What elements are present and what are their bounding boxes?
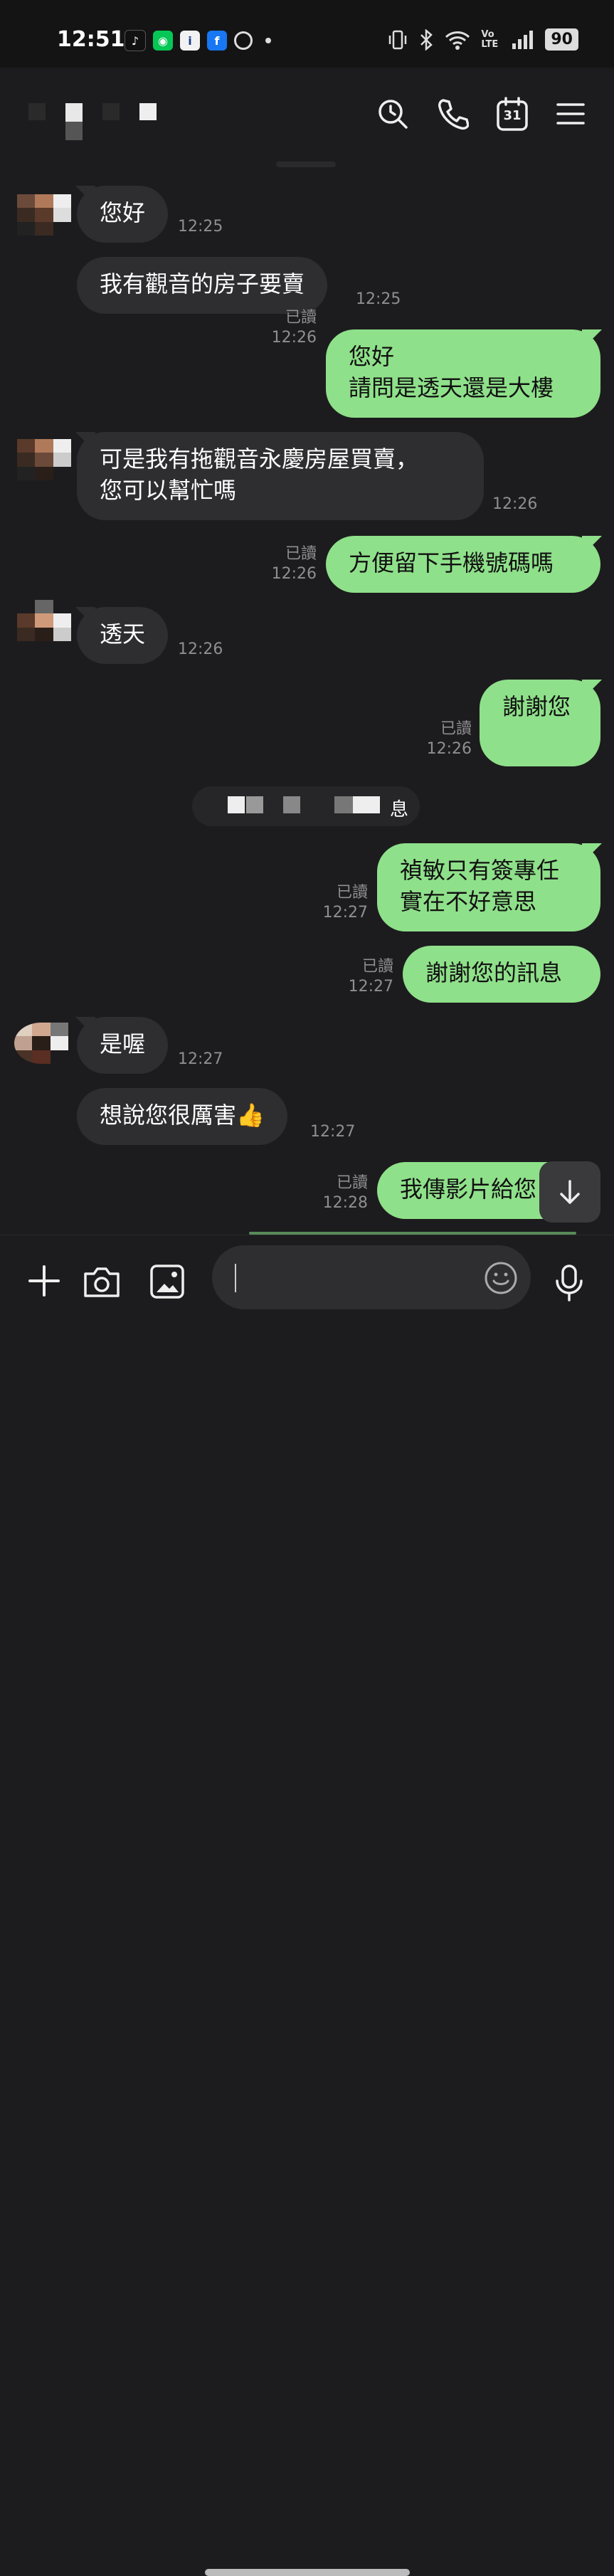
signal-icon [512, 30, 534, 49]
wifi-icon [445, 31, 470, 50]
read-status: 已讀 [440, 720, 472, 738]
more-notifications-dot [265, 38, 271, 43]
message-time: 12:25 [178, 218, 223, 236]
read-status: 已讀 [361, 958, 393, 976]
message-time: 12:28 [322, 1194, 368, 1212]
notice-text-suffix: 息 [389, 799, 408, 820]
message-bubble-outgoing[interactable]: 謝謝您的訊息 [403, 946, 600, 1003]
tiktok-icon: ♪ [125, 30, 146, 51]
message-time: 12:26 [271, 329, 317, 347]
search-icon[interactable] [376, 97, 409, 130]
bluetooth-icon [420, 28, 433, 51]
notification-icons: ♪ ◉ i f [125, 30, 271, 51]
message-time: 12:27 [348, 978, 393, 996]
message-time: 12:27 [322, 904, 368, 922]
message-bubble-incoming[interactable]: 透天 [77, 607, 169, 664]
home-indicator[interactable] [205, 2569, 410, 2576]
message-time: 12:27 [178, 1050, 223, 1068]
message-time: 12:26 [492, 495, 538, 513]
calendar-day: 31 [503, 108, 522, 123]
message-time: 12:26 [271, 565, 317, 583]
camera-icon[interactable] [83, 1264, 121, 1299]
info-app-icon: i [180, 31, 200, 51]
message-bubble-incoming[interactable]: 是喔 [77, 1017, 169, 1074]
system-notice: 息 [192, 786, 420, 826]
status-bar: 12:51 ♪ ◉ i f Vo LTE 90 [0, 0, 614, 68]
chrome-icon [234, 31, 253, 50]
emoji-icon[interactable] [484, 1261, 518, 1295]
message-bubble-outgoing[interactable]: 方便留下手機號碼嗎 [326, 536, 600, 593]
message-bubble-outgoing[interactable]: 您好 請問是透天還是大樓 [326, 329, 600, 418]
microphone-icon[interactable] [554, 1264, 585, 1302]
message-bubble-incoming[interactable]: 想說您很厲害👍 [77, 1088, 287, 1145]
facebook-icon: f [207, 31, 227, 51]
chat-title-pixelated[interactable] [28, 103, 157, 140]
volte-label: Vo LTE [481, 28, 499, 50]
avatar[interactable] [17, 439, 71, 480]
calendar-icon[interactable]: 31 [496, 96, 529, 132]
battery-indicator: 90 [545, 28, 578, 51]
chat-messages[interactable]: 您好 12:25 我有觀音的房子要賣 12:25 已讀 12:26 您好 請問是… [0, 160, 614, 1235]
read-status: 已讀 [336, 884, 368, 902]
message-time: 12:26 [178, 640, 223, 658]
message-bubble-outgoing[interactable]: 禎敏只有簽專任 實在不好意思 [377, 843, 600, 931]
chat-header: 31 [0, 68, 614, 160]
message-bubble-outgoing[interactable]: 謝謝您 [480, 680, 600, 766]
message-time: 12:27 [310, 1123, 356, 1141]
message-input[interactable] [212, 1245, 531, 1309]
avatar[interactable] [17, 600, 71, 641]
message-time: 12:26 [426, 740, 472, 758]
vibrate-icon [389, 30, 407, 49]
message-input-bar [0, 1235, 614, 2576]
message-bubble-incoming[interactable]: 我有觀音的房子要賣 [77, 257, 328, 314]
image-icon[interactable] [149, 1264, 185, 1299]
arrow-down-icon [560, 1180, 580, 1204]
plus-icon[interactable] [27, 1264, 61, 1298]
message-time: 12:25 [356, 290, 401, 308]
avatar[interactable] [17, 194, 71, 236]
menu-icon[interactable] [556, 99, 586, 129]
scroll-to-bottom-button[interactable] [539, 1161, 600, 1223]
text-cursor [235, 1264, 236, 1292]
line-app-icon: ◉ [153, 31, 173, 51]
message-bubble-incoming[interactable]: 您好 [77, 186, 169, 243]
message-bubble-incoming[interactable]: 可是我有拖觀音永慶房屋買賣， 您可以幫忙嗎 [77, 432, 484, 520]
avatar[interactable] [14, 1023, 68, 1064]
read-status: 已讀 [336, 1174, 368, 1192]
date-divider-faded [276, 162, 336, 167]
read-status: 已讀 [285, 309, 317, 327]
phone-icon[interactable] [436, 97, 469, 130]
status-time: 12:51 [57, 27, 125, 52]
system-icons: Vo LTE 90 [387, 28, 578, 51]
read-status: 已讀 [285, 545, 317, 563]
